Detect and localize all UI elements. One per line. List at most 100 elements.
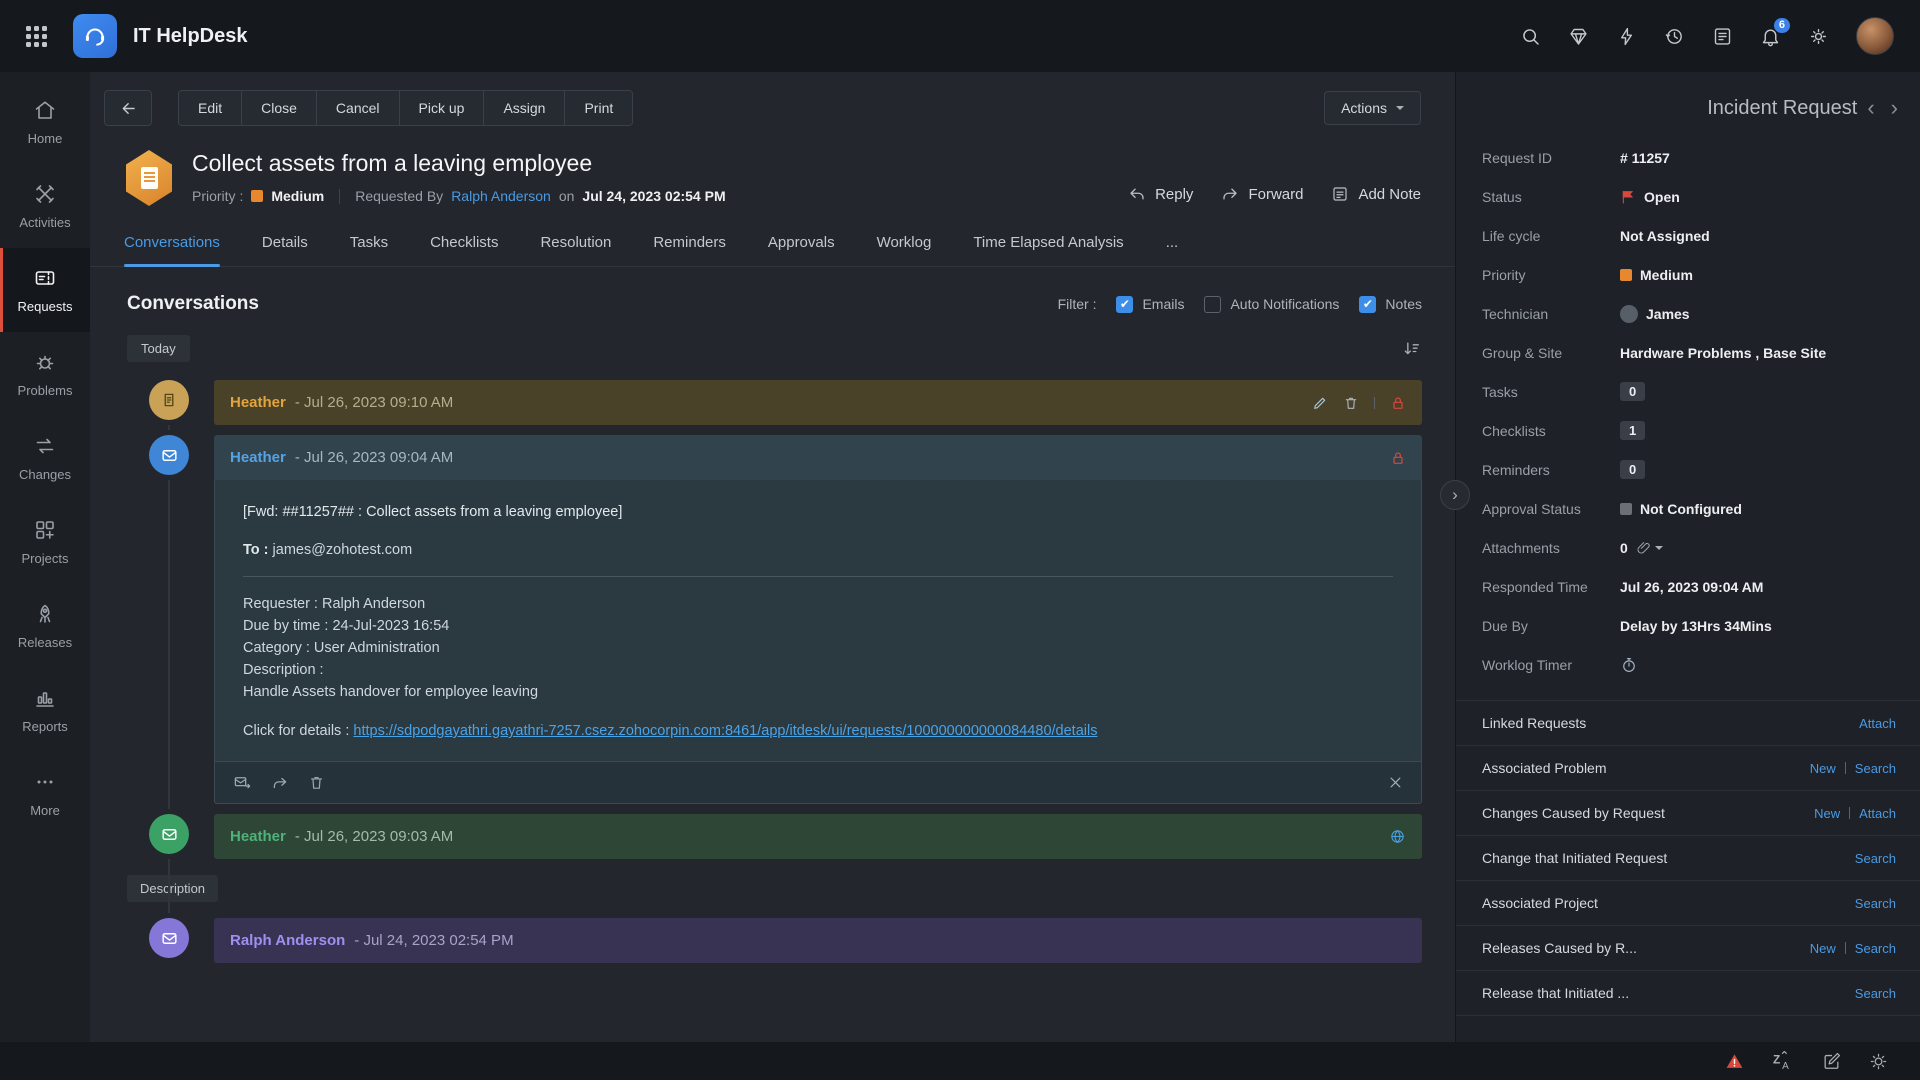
delete-trash-icon[interactable] — [1343, 395, 1359, 411]
tab-reminders[interactable]: Reminders — [653, 234, 726, 266]
attachment-paperclip-icon[interactable] — [1636, 540, 1663, 556]
sidebar-item-more[interactable]: More — [0, 752, 90, 836]
worklog-timer-icon[interactable] — [1620, 656, 1638, 674]
compose-feedback-icon[interactable] — [1822, 1052, 1841, 1071]
sidebar-item-problems[interactable]: Problems — [0, 332, 90, 416]
tab-checklists[interactable]: Checklists — [430, 234, 498, 266]
cancel-button[interactable]: Cancel — [317, 91, 400, 125]
sidebar-item-projects[interactable]: Projects — [0, 500, 90, 584]
theme-toggle-icon[interactable] — [1869, 1052, 1888, 1071]
conversations-heading: Conversations — [127, 293, 259, 315]
sidebar-item-activities[interactable]: Activities — [0, 164, 90, 248]
note-item-header[interactable]: Heather - Jul 26, 2023 09:10 AM — [214, 380, 1422, 425]
email-item-header[interactable]: Heather - Jul 26, 2023 09:03 AM — [214, 814, 1422, 859]
sidebar-item-requests[interactable]: Requests — [0, 248, 90, 332]
filter-emails-label: Emails — [1142, 296, 1184, 312]
filter-emails[interactable]: Emails — [1116, 296, 1184, 313]
description-item-header[interactable]: Ralph Anderson - Jul 24, 2023 02:54 PM — [214, 918, 1422, 963]
tab-more[interactable]: ... — [1166, 234, 1179, 266]
settings-gear-icon[interactable] — [1808, 26, 1829, 47]
private-lock-icon[interactable] — [1390, 450, 1406, 466]
feedback-icon[interactable] — [1712, 26, 1733, 47]
print-button[interactable]: Print — [565, 91, 632, 125]
notes-checkbox[interactable] — [1359, 296, 1376, 313]
svg-text:Z: Z — [1773, 1053, 1780, 1067]
new-link[interactable]: New — [1810, 941, 1836, 956]
filter-auto-notifications[interactable]: Auto Notifications — [1204, 296, 1339, 313]
search-link[interactable]: Search — [1855, 761, 1896, 776]
auto-notifications-checkbox[interactable] — [1204, 296, 1221, 313]
requester-link[interactable]: Ralph Anderson — [451, 188, 551, 204]
sidebar-item-reports[interactable]: Reports — [0, 668, 90, 752]
app-launcher-icon[interactable] — [26, 26, 47, 47]
sidebar-item-releases[interactable]: Releases — [0, 584, 90, 668]
forward-arrow-icon[interactable] — [271, 774, 289, 792]
prev-request-chevron[interactable]: ‹ — [1861, 97, 1880, 119]
priority-value[interactable]: Medium — [1640, 267, 1693, 283]
tab-worklog[interactable]: Worklog — [877, 234, 932, 266]
tab-details[interactable]: Details — [262, 234, 308, 266]
search-link[interactable]: Search — [1855, 941, 1896, 956]
filter-notes[interactable]: Notes — [1359, 296, 1422, 313]
zap-icon[interactable] — [1616, 26, 1637, 47]
sort-icon[interactable] — [1402, 339, 1422, 359]
request-type-icon — [124, 150, 174, 206]
tab-approvals[interactable]: Approvals — [768, 234, 835, 266]
sidebar-item-label: Projects — [22, 551, 69, 566]
conversation-email-item: Heather - Jul 26, 2023 09:03 AM — [127, 814, 1422, 859]
reminders-count-badge[interactable]: 0 — [1620, 460, 1645, 479]
request-header: Collect assets from a leaving employee P… — [90, 126, 1455, 206]
new-link[interactable]: New — [1810, 761, 1836, 776]
close-icon[interactable] — [1388, 775, 1403, 790]
tab-tasks[interactable]: Tasks — [350, 234, 388, 266]
request-details-link[interactable]: https://sdpodgayathri.gayathri-7257.csez… — [353, 723, 1097, 739]
app-logo[interactable] — [73, 14, 117, 58]
request-details-panel: Incident Request ‹ › Request ID # 11257 … — [1455, 72, 1920, 1042]
sidebar-item-changes[interactable]: Changes — [0, 416, 90, 500]
emails-checkbox[interactable] — [1116, 296, 1133, 313]
search-icon[interactable] — [1520, 26, 1541, 47]
assign-button[interactable]: Assign — [484, 91, 565, 125]
more-dots-icon — [33, 770, 57, 794]
new-link[interactable]: New — [1814, 806, 1840, 821]
status-value[interactable]: Open — [1644, 189, 1680, 205]
back-button[interactable] — [104, 90, 152, 126]
search-link[interactable]: Search — [1855, 851, 1896, 866]
associated-problem-row: Associated Problem New Search — [1456, 746, 1920, 791]
reply-button[interactable]: Reply — [1128, 185, 1193, 203]
panel-collapse-handle[interactable]: › — [1440, 480, 1470, 510]
checklists-count-badge[interactable]: 1 — [1620, 421, 1645, 440]
tab-conversations[interactable]: Conversations — [124, 234, 220, 266]
private-lock-icon[interactable] — [1390, 395, 1406, 411]
close-button[interactable]: Close — [242, 91, 317, 125]
history-icon[interactable] — [1664, 26, 1685, 47]
edit-pencil-icon[interactable] — [1312, 395, 1328, 411]
attach-link[interactable]: Attach — [1859, 716, 1896, 731]
attach-link[interactable]: Attach — [1859, 806, 1896, 821]
tab-time-elapsed-analysis[interactable]: Time Elapsed Analysis — [973, 234, 1123, 266]
actions-dropdown-button[interactable]: Actions — [1324, 91, 1421, 125]
translate-icon[interactable]: ZA — [1772, 1051, 1794, 1071]
search-link[interactable]: Search — [1855, 896, 1896, 911]
delete-trash-icon[interactable] — [308, 774, 325, 791]
next-request-chevron[interactable]: › — [1885, 97, 1904, 119]
sidebar-item-home[interactable]: Home — [0, 80, 90, 164]
search-link[interactable]: Search — [1855, 986, 1896, 1001]
edit-button[interactable]: Edit — [179, 91, 242, 125]
headset-icon — [82, 23, 108, 49]
alert-warning-icon[interactable] — [1725, 1052, 1744, 1071]
technician-value[interactable]: James — [1646, 306, 1690, 322]
changes-caused-row: Changes Caused by Request New Attach — [1456, 791, 1920, 836]
notifications-icon[interactable]: 6 — [1760, 26, 1781, 47]
forward-button[interactable]: Forward — [1221, 185, 1303, 203]
tab-resolution[interactable]: Resolution — [540, 234, 611, 266]
add-note-button[interactable]: Add Note — [1331, 185, 1421, 203]
tasks-count-badge[interactable]: 0 — [1620, 382, 1645, 401]
attachments-count: 0 — [1620, 540, 1628, 556]
reply-mail-icon[interactable] — [233, 773, 252, 792]
user-avatar[interactable] — [1856, 17, 1894, 55]
pickup-button[interactable]: Pick up — [400, 91, 485, 125]
email-item-header[interactable]: Heather - Jul 26, 2023 09:04 AM — [214, 435, 1422, 480]
rewards-icon[interactable] — [1568, 26, 1589, 47]
globe-icon[interactable] — [1389, 828, 1406, 845]
